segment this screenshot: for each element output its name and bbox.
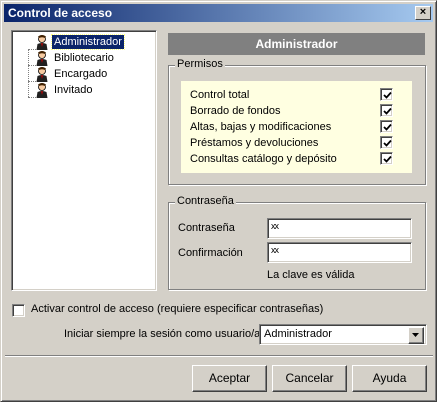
title-bar[interactable]: Control de acceso × bbox=[4, 4, 433, 22]
chevron-down-icon bbox=[412, 333, 419, 337]
check-icon bbox=[383, 123, 392, 131]
check-icon bbox=[383, 139, 392, 147]
dropdown-button[interactable] bbox=[408, 327, 424, 344]
password-value: xx bbox=[271, 221, 279, 231]
permissions-list: Control total Borrado de fondos Altas, b… bbox=[181, 81, 412, 173]
confirm-password-value: xx bbox=[271, 245, 279, 255]
session-user-value: Administrador bbox=[264, 328, 332, 340]
permissions-group-title: Permisos bbox=[175, 58, 225, 70]
permission-label: Altas, bajas y modificaciones bbox=[190, 121, 332, 133]
permission-checkbox-prestamos[interactable] bbox=[380, 136, 393, 149]
password-group: Contraseña Contraseña xx Confirmación xx… bbox=[168, 195, 426, 290]
permission-checkbox-consultas[interactable] bbox=[380, 152, 393, 165]
permissions-group: Permisos Control total Borrado de fondos… bbox=[168, 58, 426, 185]
accept-button[interactable]: Aceptar bbox=[192, 365, 267, 392]
password-label: Contraseña bbox=[178, 222, 235, 234]
permission-checkbox-altas[interactable] bbox=[380, 120, 393, 133]
user-icon bbox=[36, 35, 48, 50]
window-title: Control de acceso bbox=[8, 6, 113, 20]
user-tree[interactable]: Administrador Bibliotecario Encargado In… bbox=[11, 30, 157, 291]
session-user-label: Iniciar siempre la sesión como usuario/a bbox=[64, 328, 261, 340]
permission-checkbox-control-total[interactable] bbox=[380, 88, 393, 101]
activate-access-label[interactable]: Activar control de acceso (requiere espe… bbox=[31, 303, 323, 315]
activate-access-checkbox[interactable] bbox=[12, 304, 25, 317]
confirm-label: Confirmación bbox=[178, 247, 243, 259]
cancel-button[interactable]: Cancelar bbox=[272, 365, 347, 392]
tree-connector bbox=[28, 49, 29, 97]
close-icon: × bbox=[419, 6, 427, 18]
tree-item-label: Encargado bbox=[54, 68, 108, 80]
check-icon bbox=[383, 91, 392, 99]
tree-item-label: Administrador bbox=[51, 34, 125, 50]
confirm-password-field[interactable]: xx bbox=[267, 242, 412, 263]
permission-label: Borrado de fondos bbox=[190, 105, 281, 117]
password-group-title: Contraseña bbox=[175, 195, 236, 207]
tree-item-label: Bibliotecario bbox=[54, 52, 114, 64]
session-user-select[interactable]: Administrador bbox=[259, 324, 427, 345]
check-icon bbox=[383, 107, 392, 115]
user-icon bbox=[36, 83, 48, 98]
password-field[interactable]: xx bbox=[267, 218, 412, 239]
user-icon bbox=[36, 67, 48, 82]
selected-user-header: Administrador bbox=[168, 33, 425, 55]
dialog-window: Control de acceso × Administrador Biblio… bbox=[0, 0, 437, 402]
permission-label: Consultas catálogo y depósito bbox=[190, 153, 337, 165]
permission-label: Control total bbox=[190, 89, 250, 101]
tree-item-label: Invitado bbox=[54, 84, 93, 96]
password-status: La clave es válida bbox=[267, 269, 355, 281]
footer-divider bbox=[5, 355, 433, 357]
permission-label: Préstamos y devoluciones bbox=[190, 137, 319, 149]
help-button[interactable]: Ayuda bbox=[352, 365, 427, 392]
check-icon bbox=[383, 155, 392, 163]
close-button[interactable]: × bbox=[415, 6, 431, 20]
permission-checkbox-borrado[interactable] bbox=[380, 104, 393, 117]
user-icon bbox=[36, 51, 48, 66]
